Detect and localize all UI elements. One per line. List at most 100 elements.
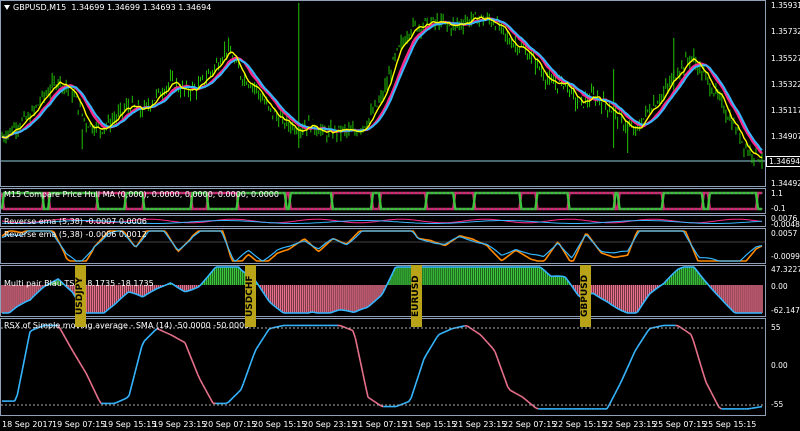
rsx-segment — [527, 401, 532, 405]
rsx-segment — [148, 332, 153, 337]
rsx-segment — [230, 396, 234, 401]
rsx-segment — [255, 344, 260, 350]
rsx-segment — [535, 407, 539, 410]
rsx-segment — [655, 325, 658, 329]
rsx-segment — [517, 393, 521, 397]
rsx-lines — [2, 324, 763, 410]
rsx-segment — [420, 358, 425, 368]
rsx-segment — [456, 326, 460, 329]
rsx-segment — [403, 401, 407, 405]
rsx-segment — [496, 358, 501, 367]
indicator-axis-label: -0.1 — [771, 204, 786, 213]
rsx-segment — [130, 375, 135, 386]
rsx-segment — [354, 337, 359, 350]
indicator-axis-label: 55 — [771, 323, 781, 332]
indicator-axis-label: 0.00 — [771, 282, 788, 291]
rsx-segment — [80, 363, 85, 370]
rsx-panel[interactable] — [0, 318, 766, 416]
rsx-segment — [204, 388, 209, 395]
ma-line-blue — [1, 17, 763, 151]
rsx-segment — [191, 361, 196, 369]
rsx-segment — [690, 333, 695, 341]
rsx-segment — [263, 332, 268, 338]
rsx-segment — [116, 400, 120, 404]
time-axis-label: 19 Sep 23:15 — [153, 420, 207, 429]
rsx-segment — [359, 361, 364, 374]
ma-line-pink — [1, 17, 763, 155]
rsx-segment — [85, 372, 90, 379]
rsx-segment — [240, 382, 245, 391]
rsx-segment — [164, 331, 168, 334]
rsx-segment — [697, 357, 702, 367]
rsx-segment — [121, 398, 125, 402]
rsx-segment — [97, 398, 102, 404]
rsx-segment — [702, 374, 707, 383]
rsx-segment — [349, 328, 354, 332]
rsx-segment — [199, 379, 204, 385]
pair-tag-gbpusd: GBPUSD — [580, 265, 591, 327]
time-axis-label: 21 Sep 07:15 — [353, 420, 407, 429]
rsx-segment — [499, 365, 504, 374]
indicator-axis-label: -62.1477 — [771, 306, 800, 315]
rsx-segment — [471, 328, 476, 332]
rsx-segment — [530, 403, 534, 407]
rsx-segment — [225, 401, 229, 405]
rsx-segment — [151, 330, 156, 334]
rsx-segment — [19, 369, 24, 383]
rsx-segment — [372, 399, 377, 404]
rsx-segment — [718, 406, 722, 410]
rsx-segment — [82, 368, 87, 374]
rsx-segment — [425, 349, 430, 355]
indicator-title: M15 Compare Price Hull MA (0,000), 0.000… — [4, 190, 279, 199]
rsx-segment — [182, 340, 186, 344]
rsx-segment — [62, 333, 67, 339]
rsx-segment — [631, 351, 636, 358]
rsx-segment — [276, 325, 280, 328]
rsx-segment — [660, 324, 664, 327]
rsx-segment — [705, 381, 710, 388]
rsx-segment — [520, 395, 524, 399]
indicator-axis-label: 1.1 — [771, 189, 783, 198]
rsx-segment — [375, 401, 379, 405]
rsx-segment — [232, 394, 237, 398]
rsx-segment — [400, 402, 404, 406]
rsx-segment — [227, 399, 232, 403]
rsx-segment — [509, 389, 514, 393]
rsx-segment — [446, 329, 450, 332]
time-axis-label: 18 Sep 2017 — [2, 420, 53, 429]
rsx-segment — [486, 341, 491, 346]
rsx-segment — [113, 401, 117, 405]
rsx-segment — [26, 331, 31, 345]
dropdown-triangle-icon[interactable] — [4, 5, 10, 10]
rsx-segment — [428, 345, 433, 351]
rsx-segment — [418, 366, 423, 375]
rsx-segment — [700, 365, 705, 375]
rsx-segment — [433, 337, 438, 343]
price-axis-label: 1.35322 — [771, 80, 800, 89]
rsx-segment — [67, 342, 72, 348]
rsx-segment — [641, 334, 646, 340]
rsx-segment — [618, 379, 623, 386]
rsx-segment — [466, 325, 471, 329]
rsx-segment — [69, 346, 74, 353]
rsx-segment — [209, 398, 214, 404]
rsx-segment — [436, 333, 440, 339]
rsx-segment — [202, 384, 207, 390]
rsx-segment — [512, 391, 516, 394]
rsx-segment — [479, 333, 483, 338]
rsx-segment — [128, 385, 133, 396]
rsx-segment — [242, 375, 247, 384]
main-title-bar: GBPUSD,M15 1.34699 1.34699 1.34693 1.346… — [4, 3, 211, 12]
time-axis-label: 20 Sep 15:15 — [253, 420, 307, 429]
price-axis-label: 1.35732 — [771, 27, 800, 36]
indicator-axis-label: 47.3227 — [771, 265, 800, 274]
rsx-segment — [380, 404, 384, 408]
rsx-segment — [491, 347, 496, 353]
rsx-segment — [616, 384, 621, 391]
rsx-segment — [196, 374, 201, 381]
rsx-segment — [29, 329, 33, 333]
main-candles — [1, 2, 763, 169]
rsx-segment — [135, 355, 141, 367]
rsx-segment — [245, 368, 250, 377]
rsx-segment — [423, 354, 428, 360]
